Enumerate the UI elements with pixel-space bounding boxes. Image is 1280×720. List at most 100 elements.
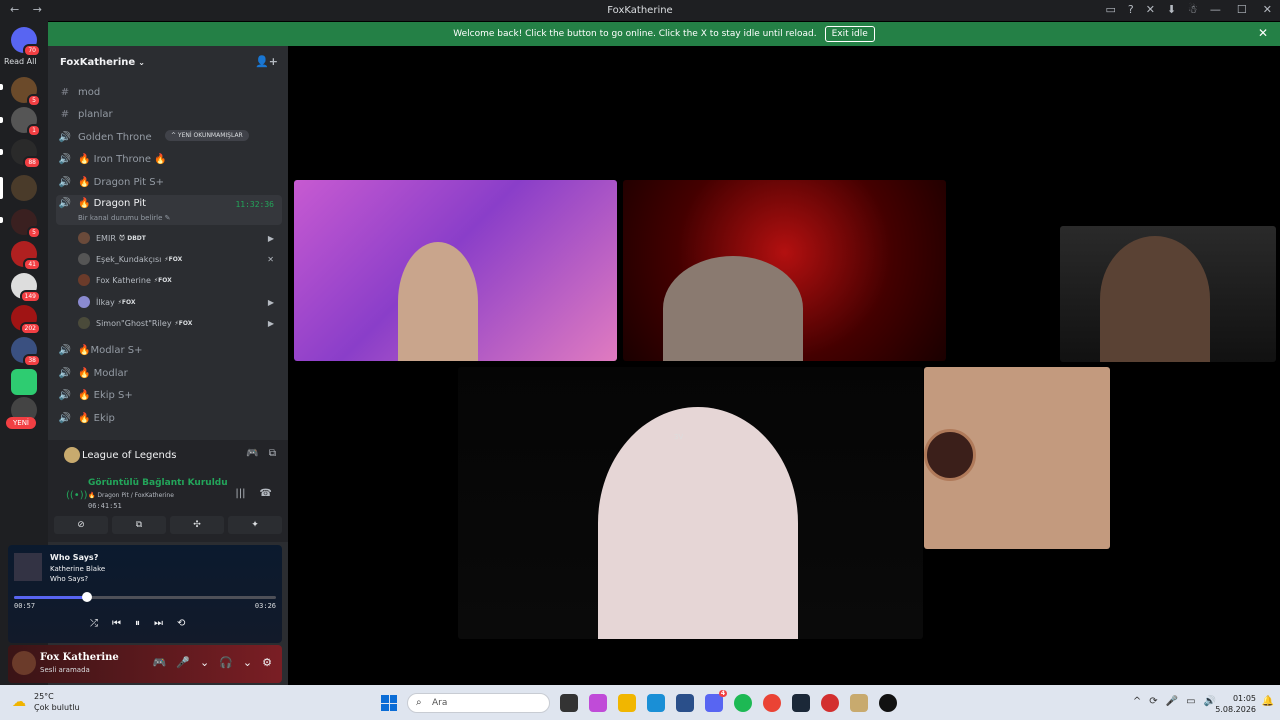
read-all-button[interactable]: Read All — [4, 57, 37, 66]
server-icon[interactable]: 5 — [11, 77, 41, 107]
voice-action-buttons: ⊘ ⧉ ✣ ✦ — [54, 516, 282, 534]
controller-icon[interactable]: 🎮 — [153, 656, 167, 669]
video-tile[interactable] — [1060, 226, 1276, 362]
server-icon[interactable]: 5 — [11, 209, 41, 239]
chevron-down-icon[interactable]: ⌄ — [200, 656, 209, 669]
user-display-name[interactable]: Fox Katherine — [40, 652, 119, 663]
connection-channel[interactable]: 🔥 Dragon Pit / FoxKatherine — [88, 492, 174, 499]
video-tile-focused[interactable]: 3V — [458, 367, 923, 639]
song-artist[interactable]: Katherine Blake — [50, 565, 105, 573]
channel-modlar[interactable]: 🔊 🔥 Modlar — [56, 363, 282, 383]
volume-icon[interactable]: 🔊 — [1204, 696, 1216, 707]
file-explorer-icon[interactable] — [618, 694, 636, 712]
server-icon[interactable]: 41 — [11, 241, 41, 271]
help-icon[interactable]: ? — [1128, 3, 1134, 16]
voice-user[interactable]: EMIR 😈 DBDT ▶ — [78, 228, 278, 248]
settings-gear-icon[interactable]: ⚙ — [262, 656, 272, 669]
song-title[interactable]: Who Says? — [50, 553, 98, 562]
steam-icon[interactable] — [792, 694, 810, 712]
task-view-icon[interactable] — [560, 694, 578, 712]
headphones-icon[interactable]: 🎧 — [219, 656, 233, 669]
clock-date: 5.08.2026 — [1215, 705, 1256, 714]
voice-user[interactable]: Fox Katherine ⚡FOX — [78, 270, 278, 290]
channel-modlar-splus[interactable]: 🔊 🔥Modlar S+ — [56, 340, 282, 360]
invite-icon[interactable]: 👤+ — [255, 55, 278, 68]
spotify-icon[interactable] — [734, 694, 752, 712]
repeat-icon[interactable]: ⟲ — [177, 618, 185, 629]
video-stage: 3V — [288, 46, 1280, 685]
screen-share-button[interactable]: ⧉ — [112, 516, 166, 534]
server-icon[interactable]: 1 — [11, 107, 41, 137]
discord-icon[interactable]: 4 — [705, 690, 727, 712]
channel-iron-throne[interactable]: 🔊 🔥 Iron Throne 🔥 — [56, 149, 282, 169]
store-icon[interactable] — [676, 694, 694, 712]
channel-mod[interactable]: # mod — [56, 82, 282, 102]
game-activity[interactable]: League of Legends 🎮 ⧉ — [48, 440, 288, 470]
channel-planlar[interactable]: # planlar — [56, 104, 282, 124]
voice-user[interactable]: Simon"Ghost"Riley ⚡FOX ▶ — [78, 313, 278, 333]
next-icon[interactable]: ⏭ — [154, 618, 163, 629]
start-button[interactable] — [381, 695, 397, 711]
disconnect-icon[interactable]: ☎ — [260, 488, 272, 499]
tray-expand-icon[interactable]: ^ — [1133, 696, 1141, 707]
pause-icon[interactable]: ⏸ — [135, 618, 140, 629]
vencord-icon[interactable]: ✕ — [1146, 3, 1155, 16]
edge-icon[interactable] — [647, 694, 665, 712]
home-button[interactable]: 70 — [11, 27, 41, 57]
microphone-icon[interactable]: 🎤 — [176, 656, 190, 669]
chevron-down-icon[interactable]: ⌄ — [243, 656, 252, 669]
inbox-icon[interactable]: ▭ — [1105, 3, 1115, 16]
chrome-icon[interactable] — [763, 694, 781, 712]
close-window-button[interactable]: ✕ — [1263, 3, 1272, 16]
channel-ekip-splus[interactable]: 🔊 🔥 Ekip S+ — [56, 385, 282, 405]
server-icon[interactable]: 38 — [11, 337, 41, 367]
exit-idle-button[interactable]: Exit idle — [824, 26, 875, 42]
copilot-icon[interactable] — [589, 694, 607, 712]
progress-bar[interactable] — [14, 592, 276, 602]
video-tile[interactable] — [623, 180, 946, 361]
minimize-button[interactable]: — — [1210, 3, 1221, 16]
app-icon[interactable] — [821, 694, 839, 712]
activities-button[interactable]: ✣ — [170, 516, 224, 534]
user-avatar[interactable] — [12, 651, 36, 675]
plugin-icon[interactable]: ☃ — [1188, 3, 1198, 16]
server-header[interactable]: FoxKatherine ⌄ 👤+ — [48, 46, 288, 78]
voice-user[interactable]: İlkay ⚡FOX ▶ — [78, 292, 278, 312]
shuffle-icon[interactable]: ⤮ — [90, 618, 98, 629]
obs-icon[interactable] — [879, 694, 897, 712]
server-icon[interactable]: 149 — [11, 273, 41, 303]
close-banner-icon[interactable]: ✕ — [1258, 26, 1268, 40]
channel-status[interactable]: Bir kanal durumu belirle ✎ — [78, 214, 171, 222]
download-icon[interactable]: ⬇ — [1167, 3, 1176, 16]
soundboard-button[interactable]: ✦ — [228, 516, 282, 534]
previous-icon[interactable]: ⏮ — [112, 618, 121, 629]
channel-name: Golden Throne — [78, 131, 152, 143]
share-screen-icon[interactable]: ⧉ — [269, 448, 276, 459]
server-icon[interactable]: 202 — [11, 305, 41, 335]
connection-title[interactable]: Görüntülü Bağlantı Kuruldu — [88, 478, 228, 488]
noise-suppression-icon[interactable]: ||| — [235, 488, 245, 499]
progress-knob[interactable] — [82, 592, 93, 602]
controller-icon[interactable]: 🎮 — [246, 448, 258, 459]
channel-dragon-pit-splus[interactable]: 🔊 🔥 Dragon Pit S+ — [56, 172, 282, 192]
microphone-icon[interactable]: 🎤 — [1166, 696, 1178, 707]
maximize-button[interactable]: ☐ — [1237, 3, 1247, 16]
channel-golden-throne[interactable]: 🔊 Golden Throne — [56, 127, 282, 147]
taskbar-search[interactable]: ⌕ Ara — [407, 693, 550, 713]
system-clock[interactable]: 01:05 5.08.2026 — [1215, 693, 1256, 715]
league-client-icon[interactable] — [850, 694, 868, 712]
signal-icon[interactable]: ((•)) — [66, 490, 88, 501]
server-icon[interactable] — [11, 175, 37, 201]
song-album[interactable]: Who Says? — [50, 575, 88, 583]
server-icon[interactable]: 88 — [11, 139, 41, 169]
network-icon[interactable]: ▭ — [1186, 696, 1195, 707]
notification-bell-icon[interactable]: 🔔 — [1262, 696, 1274, 707]
new-unreads-pill[interactable]: YENİ — [6, 417, 36, 429]
voice-user[interactable]: Eşek_Kundakçısı ⚡FOX ✕ — [78, 249, 278, 269]
camera-off-button[interactable]: ⊘ — [54, 516, 108, 534]
avatar-tile[interactable] — [924, 367, 1110, 549]
video-tile[interactable] — [294, 180, 617, 361]
tray-app-icon[interactable]: ⟳ — [1149, 696, 1157, 707]
server-icon[interactable] — [11, 369, 37, 395]
channel-ekip[interactable]: 🔊 🔥 Ekip — [56, 408, 282, 428]
